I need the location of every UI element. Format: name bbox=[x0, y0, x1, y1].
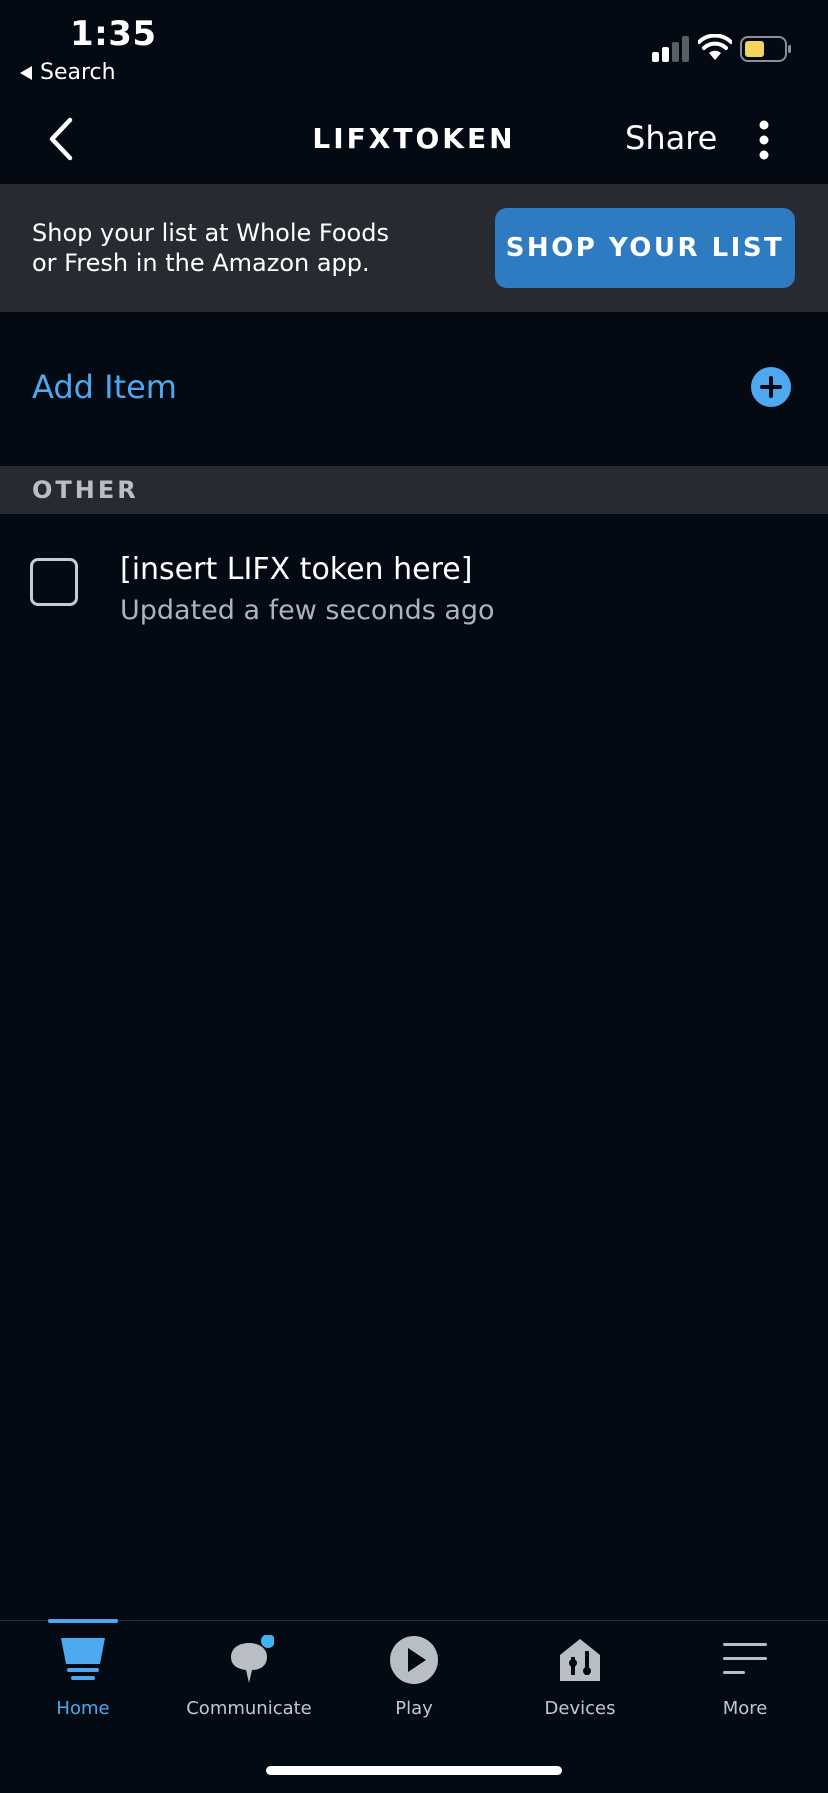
section-title: OTHER bbox=[32, 476, 139, 504]
more-options-icon[interactable] bbox=[750, 120, 778, 160]
nav-header: LIFXTOKEN Share bbox=[0, 92, 828, 184]
tab-home[interactable]: Home bbox=[0, 1619, 166, 1731]
devices-icon bbox=[560, 1639, 600, 1681]
tab-play[interactable]: Play bbox=[331, 1621, 497, 1731]
home-icon bbox=[61, 1638, 105, 1680]
shop-banner: Shop your list at Whole Foods or Fresh i… bbox=[0, 184, 828, 312]
status-bar: 1:35 Search bbox=[0, 0, 828, 92]
battery-icon bbox=[740, 36, 791, 62]
tab-label-communicate: Communicate bbox=[186, 1698, 312, 1719]
tab-label-devices: Devices bbox=[544, 1698, 616, 1719]
cellular-signal-icon bbox=[652, 36, 689, 62]
tab-label-home: Home bbox=[56, 1698, 110, 1719]
status-time: 1:35 bbox=[70, 14, 157, 54]
menu-icon bbox=[723, 1643, 767, 1674]
back-triangle-icon bbox=[20, 65, 32, 80]
list-item[interactable]: [insert LIFX token here] Updated a few s… bbox=[0, 514, 828, 644]
shop-banner-text: Shop your list at Whole Foods or Fresh i… bbox=[32, 218, 412, 278]
add-item-plus-icon[interactable] bbox=[751, 367, 791, 407]
play-icon bbox=[390, 1636, 438, 1684]
tab-label-play: Play bbox=[395, 1698, 433, 1719]
tab-devices[interactable]: Devices bbox=[497, 1621, 663, 1731]
shop-your-list-button[interactable]: SHOP YOUR LIST bbox=[495, 208, 795, 288]
item-text: [insert LIFX token here] bbox=[120, 552, 473, 587]
item-updated-time: Updated a few seconds ago bbox=[120, 595, 495, 626]
tab-more[interactable]: More bbox=[662, 1621, 828, 1731]
back-to-search-label: Search bbox=[40, 60, 116, 85]
tab-label-more: More bbox=[722, 1698, 768, 1719]
shop-banner-line2: or Fresh in the Amazon app. bbox=[32, 249, 370, 277]
active-tab-indicator bbox=[48, 1619, 118, 1623]
share-button[interactable]: Share bbox=[625, 119, 717, 157]
shop-banner-line1: Shop your list at Whole Foods bbox=[32, 219, 389, 247]
tab-communicate[interactable]: Communicate bbox=[166, 1621, 332, 1731]
chat-bubble-icon bbox=[231, 1635, 274, 1683]
section-header-other: OTHER bbox=[0, 466, 828, 514]
item-checkbox[interactable] bbox=[30, 558, 78, 606]
add-item-label[interactable]: Add Item bbox=[32, 368, 177, 406]
back-to-search-link[interactable]: Search bbox=[20, 60, 116, 85]
add-item-row[interactable]: Add Item bbox=[0, 312, 828, 466]
home-indicator-bar[interactable] bbox=[266, 1766, 562, 1775]
wifi-icon bbox=[698, 34, 732, 60]
